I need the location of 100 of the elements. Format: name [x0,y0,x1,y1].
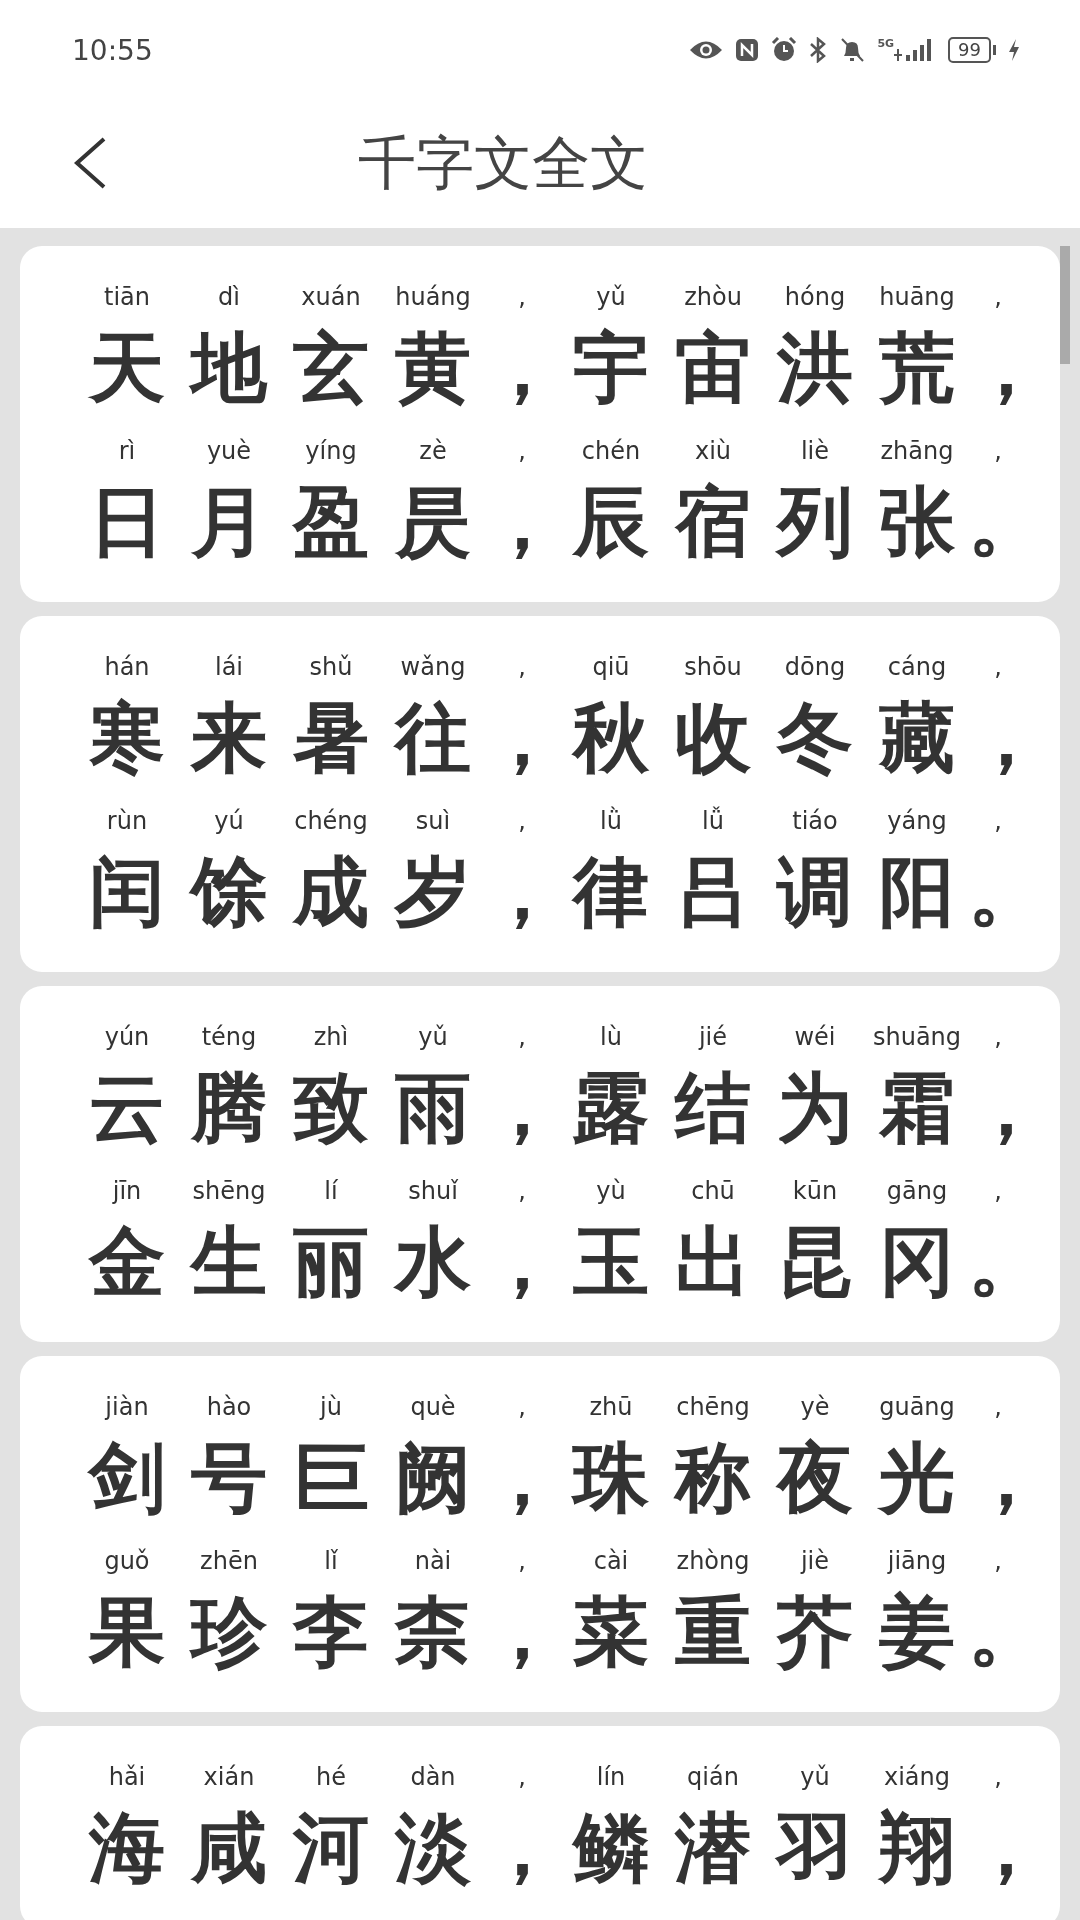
hanzi-text: 果 [87,1586,166,1678]
pinyin-text: , [517,1023,527,1051]
pinyin-text: jiāng [886,1547,948,1575]
pinyin-text: nài [413,1547,453,1575]
pinyin-text: , [993,283,1003,311]
hanzi-text: 致 [292,1062,370,1154]
hanzi-text: 鳞 [571,1802,650,1894]
pinyin-text: lǜ [599,807,623,835]
pinyin-text: jù [318,1393,343,1421]
hanzi-text: 吕 [674,846,752,938]
pinyin-text: guǒ [103,1547,151,1575]
hanzi-text: 宿 [673,476,752,568]
pinyin-text: , [517,1763,527,1791]
pinyin-text: lǐ [323,1547,339,1575]
hanzi-text: 律 [570,846,650,938]
pinyin-text: , [993,1023,1003,1051]
pinyin-text: xián [202,1763,256,1791]
pinyin-text: dōng [783,653,847,681]
pinyin-text: wǎng [399,653,467,681]
pinyin-text: zhòng [675,1547,751,1575]
hanzi-text: 寒 [88,692,166,784]
hanzi-text: 巨 [292,1432,370,1524]
pinyin-text: rùn [105,807,149,835]
pinyin-text: hé [315,1763,347,1791]
pinyin-text: hào [205,1393,253,1421]
hanzi-text: 李 [291,1586,370,1678]
pinyin-text: yún [103,1023,151,1051]
hanzi-text: 海 [87,1802,166,1894]
pinyin-text: zhòu [683,283,743,311]
pinyin-text: guāng [878,1393,956,1421]
hanzi-text: 调 [775,846,854,938]
hanzi-text: 来 [189,692,268,784]
hanzi-text: 剑 [86,1432,166,1524]
hanzi-text: 柰 [393,1586,472,1678]
scrollbar[interactable] [1060,246,1070,364]
hanzi-text: 翔 [877,1802,956,1894]
pinyin-text: suì [414,807,452,835]
hanzi-text: 羽 [774,1802,854,1894]
pinyin-text: jiàn [103,1393,150,1421]
hanzi-text: 秋 [570,692,650,784]
hanzi-text: 淡 [393,1802,472,1894]
hanzi-text: 列 [774,476,854,568]
hanzi-text: 地 [188,322,269,414]
charging-icon [1008,39,1020,61]
hanzi-text: 珍 [188,1586,268,1678]
hanzi-text: ， [968,692,1028,784]
hanzi-text: ， [484,846,560,938]
hanzi-text: 洪 [775,322,854,414]
pinyin-text: dì [217,283,241,311]
hanzi-text: 腾 [189,1062,268,1154]
pinyin-text: jiè [799,1547,831,1575]
hanzi-text: 光 [876,1432,956,1524]
hanzi-text: 。 [968,846,1028,938]
pinyin-text: lái [213,653,244,681]
pinyin-text: , [517,1393,527,1421]
pinyin-text: , [517,1547,527,1575]
hanzi-text: 霜 [878,1062,956,1154]
hanzi-text: 盈 [291,476,370,568]
hanzi-text: 黄 [394,322,472,414]
pinyin-text: zhēn [199,1547,259,1575]
hanzi-text: ， [484,1432,560,1524]
eye-icon [689,39,724,61]
hanzi-text: 生 [188,1216,268,1308]
pinyin-text: , [993,1177,1003,1205]
pinyin-text: zhì [312,1023,350,1051]
hanzi-text: 昃 [394,476,472,568]
hanzi-text: ， [968,322,1028,414]
nfc-icon [735,38,760,62]
pinyin-text: kūn [791,1177,839,1205]
pinyin-text: hǎi [107,1763,147,1791]
pinyin-text: yíng [304,437,358,465]
back-icon[interactable] [72,136,108,190]
pinyin-text: xiù [693,437,733,465]
pinyin-text: shǔ [308,653,354,681]
hanzi-text: ， [484,1062,560,1154]
pinyin-text: , [993,1763,1003,1791]
status-time: 10:55 [72,33,153,67]
pinyin-text: yǔ [417,1023,449,1051]
hanzi-text: 水 [392,1216,472,1308]
pinyin-text: xuán [300,283,362,311]
hanzi-text: 藏 [877,692,956,784]
pinyin-text: tiáo [791,807,839,835]
pinyin-text: lǚ [701,807,725,835]
pinyin-text: , [517,283,527,311]
pinyin-text: zhū [588,1393,634,1421]
pinyin-text: zè [418,437,448,465]
pinyin-text: shēng [191,1177,267,1205]
pinyin-text: jīn [111,1177,143,1205]
pinyin-text: cài [592,1547,630,1575]
hanzi-text: 河 [291,1802,370,1894]
pinyin-text: huāng [878,283,956,311]
hanzi-text: 出 [674,1216,752,1308]
hanzi-text: ， [484,476,560,568]
hanzi-text: 。 [968,1216,1028,1308]
hanzi-text: 雨 [394,1062,472,1154]
hanzi-text: 玄 [292,322,370,414]
hanzi-text: ， [484,692,560,784]
pinyin-text: wéi [793,1023,837,1051]
hanzi-text: 菜 [572,1586,650,1678]
hanzi-text: 露 [572,1062,650,1154]
